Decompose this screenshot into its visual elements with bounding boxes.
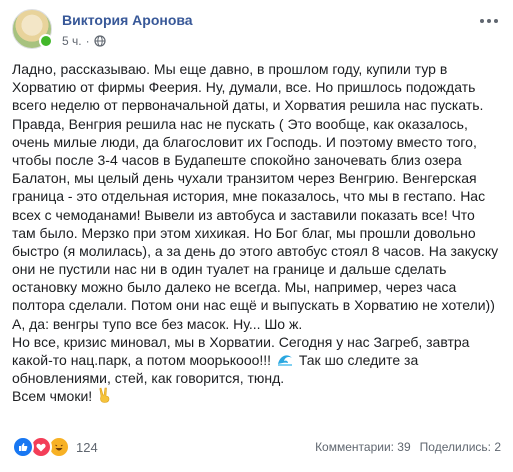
reactions-summary[interactable]: 124 <box>12 436 98 458</box>
post-line: Балатон, мы целый день чухали транзитом … <box>12 170 477 187</box>
post-meta: 5 ч. · <box>62 34 106 48</box>
post-line: они не пустили нас ни в один туалет на г… <box>12 261 447 278</box>
author-avatar-wrap[interactable] <box>12 9 53 49</box>
post-line: всех с чемоданами! Вывели из автобуса и … <box>12 206 475 223</box>
online-status-icon <box>39 34 53 48</box>
post-line: Хорватию от фирмы Феерия. Ну, думали, вс… <box>12 79 476 96</box>
post-line: очень милые люди, да благословит их Госп… <box>12 133 477 150</box>
post-line: полтора сделали. Потом они нас ещё и вып… <box>12 297 495 314</box>
post-line: всего неделю от первоначальной даты, и Х… <box>12 97 484 114</box>
victory-hand-emoji-icon <box>99 387 110 404</box>
author-name[interactable]: Виктория Аронова <box>62 12 193 28</box>
post-line-with-emoji: какой-то нац.парк, а потом моорькооо!!! … <box>12 351 501 369</box>
reaction-count[interactable]: 124 <box>76 440 98 455</box>
globe-icon[interactable] <box>93 35 106 47</box>
shares-count-link[interactable]: Поделились: 2 <box>420 440 501 454</box>
post-time[interactable]: 5 ч. <box>62 34 82 48</box>
post-stats: Комментарии: 39 Поделились: 2 <box>315 440 501 454</box>
post-line: обновлениями, стей, как говорится, тюнд. <box>12 370 285 387</box>
post-line: быстро (я молилась), а за день до этого … <box>12 242 499 259</box>
post-line-text: какой-то нац.парк, а потом моорькооо!!! <box>12 352 272 368</box>
post-footer: 124 Комментарии: 39 Поделились: 2 <box>12 436 501 458</box>
post-text: Ладно, рассказываю. Мы еще давно, в прош… <box>12 60 501 406</box>
post-header: Виктория Аронова 5 ч. · <box>12 7 501 55</box>
post-line: граница - это отдельная история, мне пок… <box>12 188 486 205</box>
post-options-button[interactable] <box>477 11 501 31</box>
wave-emoji-icon <box>277 355 292 366</box>
post-line: там было. Мерзко при этом хихикая. Но Бо… <box>12 224 476 241</box>
post-line-text: Всем чмоки! <box>12 388 93 405</box>
post-line: А, да: венгры тупо все без масок. Ну... … <box>12 315 303 332</box>
post-line: чтобы после 3-4 часов в Будапеште спокой… <box>12 151 462 168</box>
comments-count-link[interactable]: Комментарии: 39 <box>315 440 411 454</box>
post-line: остановку можно было далеко не всегда. М… <box>12 279 457 296</box>
meta-separator: · <box>85 34 90 48</box>
more-options-icon <box>480 19 498 23</box>
like-reaction-icon <box>12 436 34 458</box>
post-line: Правда, Венгрия решила нас не пускать ( … <box>12 115 468 132</box>
post-line-with-emoji: Всем чмоки! <box>12 387 501 405</box>
post-line-text-tail: Так шо следите за <box>298 352 419 368</box>
post-line: Но все, кризис миновал, мы в Хорватии. С… <box>12 333 470 350</box>
post-line: Ладно, рассказываю. Мы еще давно, в прош… <box>12 61 448 77</box>
facebook-post: Виктория Аронова 5 ч. · Ладно, рассказыв… <box>0 0 513 472</box>
